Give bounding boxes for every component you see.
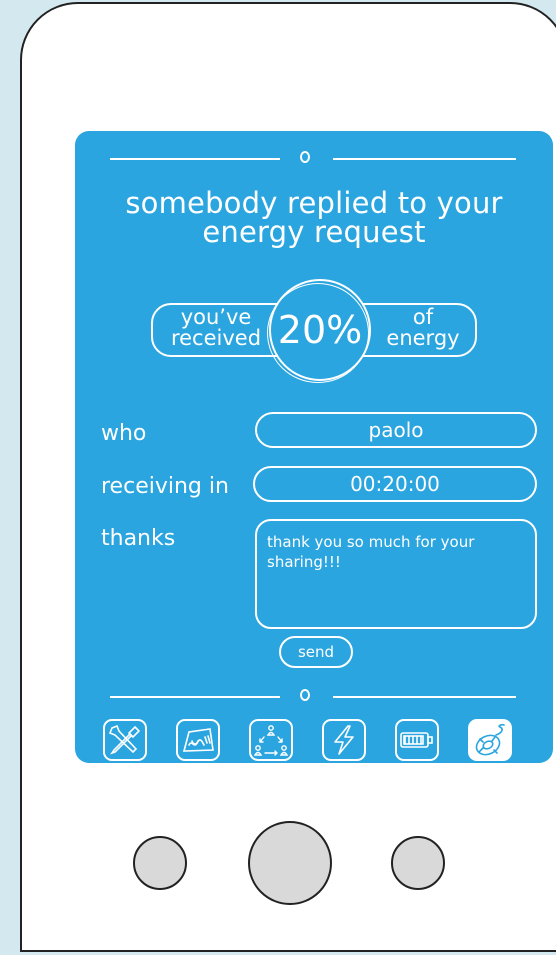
energy-label-line2: energy xyxy=(386,326,460,350)
battery-icon xyxy=(400,732,433,748)
left-hardware-button[interactable] xyxy=(133,836,187,890)
phone-frame: somebody replied to your energy request … xyxy=(20,2,556,952)
who-label: who xyxy=(101,421,147,446)
app-screen: somebody replied to your energy request … xyxy=(75,131,553,763)
page-title: somebody replied to your energy request xyxy=(75,189,553,247)
community-cycle-icon xyxy=(253,725,289,756)
lifebuoy-button[interactable] xyxy=(468,719,512,761)
map-button[interactable] xyxy=(176,719,220,761)
top-divider xyxy=(75,151,553,167)
battery-button[interactable] xyxy=(395,719,439,761)
received-label: you’ve received xyxy=(161,307,271,349)
bottom-divider xyxy=(75,689,553,705)
page-title-text: somebody replied to your energy request xyxy=(125,186,503,249)
bottom-toolbar xyxy=(103,719,549,763)
thanks-label: thanks xyxy=(101,526,176,551)
received-label-line2: received xyxy=(170,326,262,350)
percent-circle: 20% xyxy=(267,279,371,383)
lifebuoy-icon xyxy=(475,723,505,756)
send-button[interactable]: send xyxy=(279,636,353,668)
tools-icon xyxy=(108,724,141,755)
energy-label-line1: of xyxy=(412,305,434,329)
thanks-message-field[interactable]: thank you so much for your sharing!!! xyxy=(255,519,537,629)
receiving-label: receiving in xyxy=(101,474,229,499)
community-button[interactable] xyxy=(249,719,293,761)
divider-circle-icon xyxy=(300,689,310,701)
energy-button[interactable] xyxy=(322,719,366,761)
home-hardware-button[interactable] xyxy=(248,821,332,905)
who-field[interactable]: paolo xyxy=(255,412,537,448)
received-label-line1: you’ve xyxy=(180,305,252,329)
divider-circle-icon xyxy=(300,151,310,163)
percent-value: 20% xyxy=(277,308,363,352)
lightning-icon xyxy=(334,725,354,755)
receiving-time-field[interactable]: 00:20:00 xyxy=(253,466,537,502)
right-hardware-button[interactable] xyxy=(391,836,445,890)
energy-label: of energy xyxy=(375,307,471,349)
tools-button[interactable] xyxy=(103,719,147,761)
map-icon xyxy=(182,728,214,752)
